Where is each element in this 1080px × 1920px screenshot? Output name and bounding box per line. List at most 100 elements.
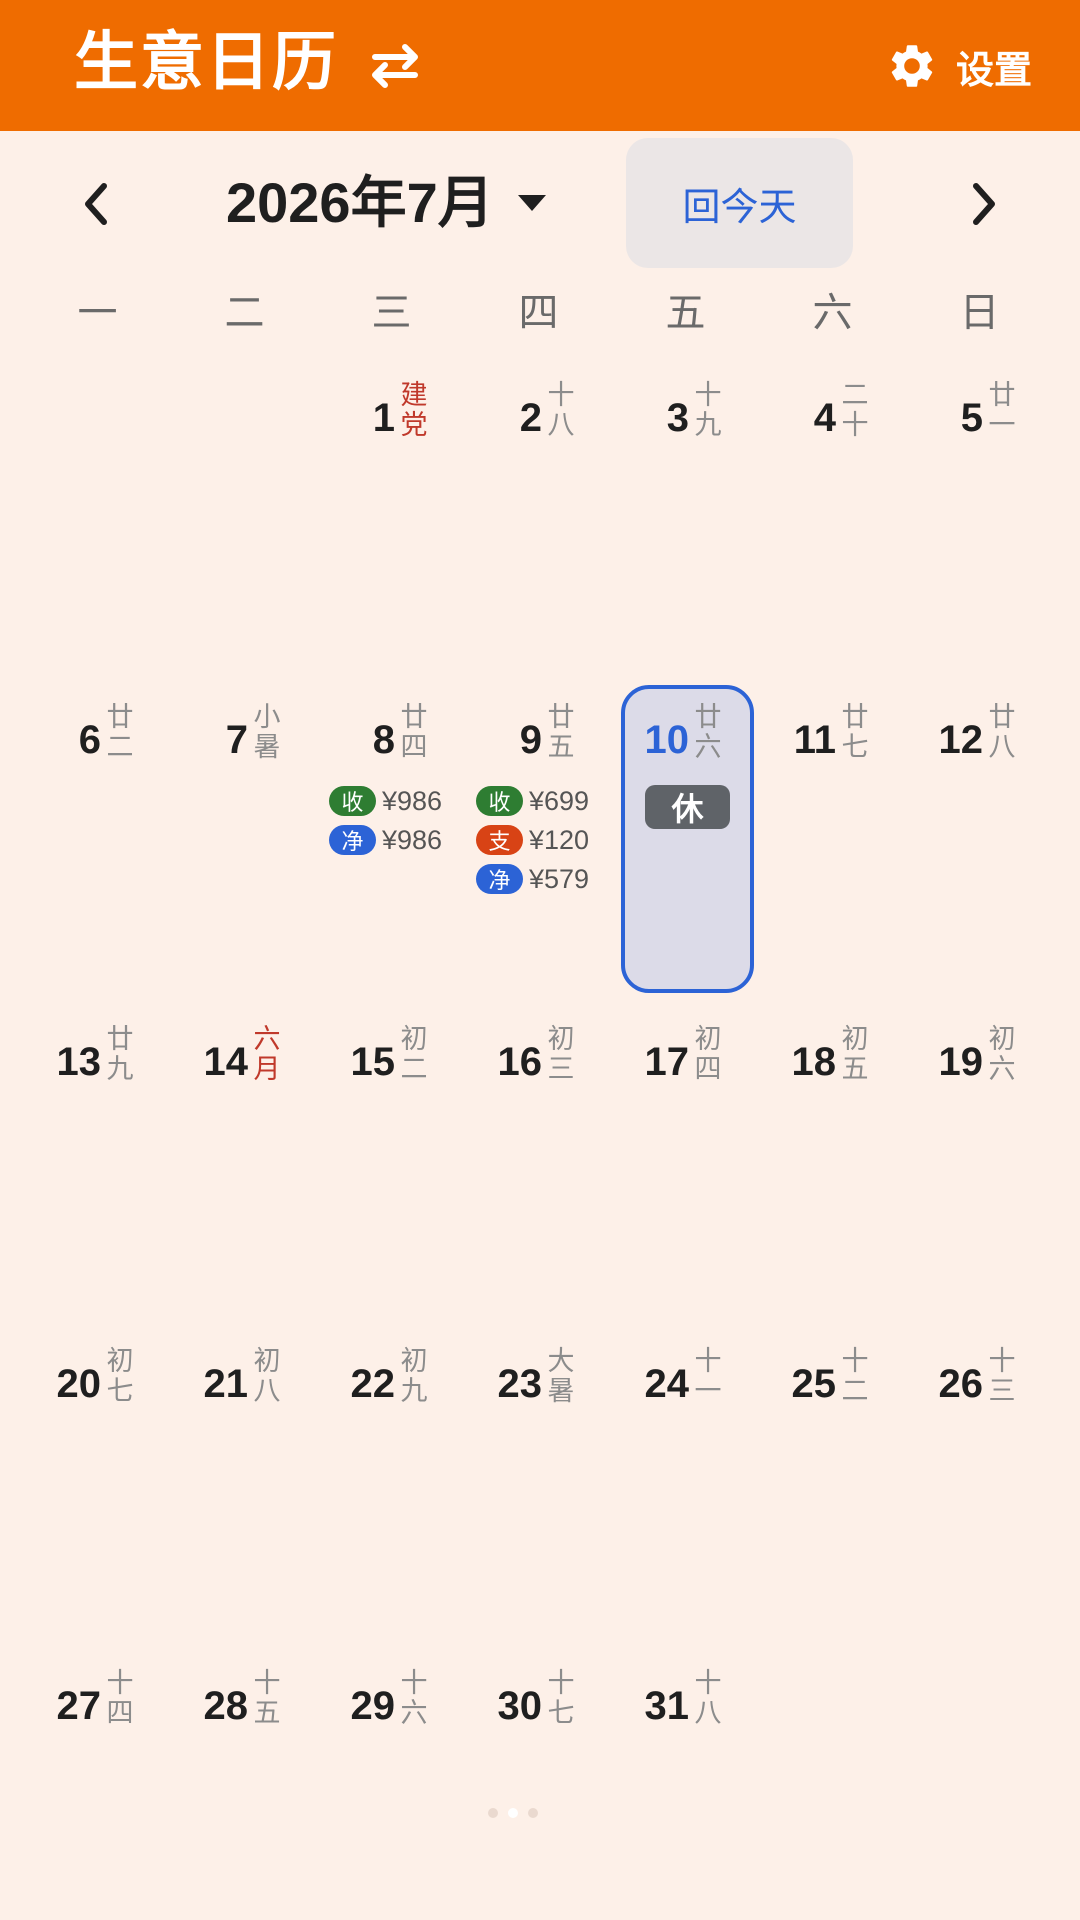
calendar-day-cell[interactable]: 1建党 [318,380,465,440]
lunar-date: 六月 [253,1024,281,1084]
calendar-day-cell[interactable]: 17 初四 [612,1024,759,1084]
weekday-header: 三 [371,291,412,335]
lunar-char: 暑 [547,1376,575,1406]
weekday-header: 六 [812,291,853,335]
transaction-amount: ¥986 [382,824,443,855]
calendar-day-cell[interactable]: 9廿五 [465,702,612,762]
calendar-day-cell[interactable]: 26 十三 [906,1346,1053,1406]
calendar-day-cell[interactable]: 27 十四 [24,1668,171,1728]
transaction-entry[interactable]: 收 ¥986 [329,784,442,818]
day-number: 3 [666,396,689,440]
lunar-char: 六 [400,1698,428,1728]
lunar-char: 初 [694,1024,722,1054]
lunar-char: 二 [841,1376,869,1406]
transaction-entry[interactable]: 净 ¥986 [329,823,442,857]
month-selector[interactable]: 2026年7月 [226,170,548,236]
calendar-day-cell[interactable]: 31 十八 [612,1668,759,1728]
calendar-day-cell[interactable]: 20 初七 [24,1346,171,1406]
lunar-char: 建 [400,380,428,410]
day-number: 8 [372,718,395,762]
lunar-date: 十四 [106,1668,134,1728]
weekday-header: 二 [224,291,265,335]
lunar-date: 小暑 [253,702,281,762]
calendar-day-cell[interactable]: 13 廿九 [24,1024,171,1084]
day-number: 17 [644,1040,690,1084]
lunar-char: 六 [253,1024,281,1054]
lunar-date: 廿九 [106,1024,134,1084]
calendar-day-cell[interactable]: 6廿二 [24,702,171,762]
day-number: 24 [644,1362,690,1406]
transaction-entry[interactable]: 支 ¥120 [476,823,589,857]
calendar-day-cell[interactable]: 28 十五 [171,1668,318,1728]
calendar-day-cell[interactable]: 8廿四 [318,702,465,762]
calendar-day-cell[interactable]: 29 十六 [318,1668,465,1728]
lunar-char: 党 [400,410,428,440]
lunar-char: 十 [106,1668,134,1698]
calendar-day-cell[interactable]: 12 廿八 [906,702,1053,762]
lunar-char: 七 [106,1376,134,1406]
lunar-char: 十 [988,1346,1016,1376]
lunar-char: 三 [988,1376,1016,1406]
gear-icon [891,45,933,87]
calendar-day-cell[interactable]: 11 廿七 [759,702,906,762]
lunar-char: 初 [400,1346,428,1376]
calendar-day-cell[interactable]: 7小暑 [171,702,318,762]
calendar-day-cell[interactable]: 24 十一 [612,1346,759,1406]
calendar-day-cell[interactable]: 15 初二 [318,1024,465,1084]
calendar-day-cell[interactable]: 10 廿六 [612,702,759,762]
day-number: 30 [497,1684,543,1728]
lunar-date: 十八 [547,380,575,440]
calendar-day-cell[interactable]: 21 初八 [171,1346,318,1406]
lunar-char: 十 [841,410,869,440]
lunar-char: 小 [253,702,281,732]
settings-button[interactable]: 设置 [886,36,1032,96]
settings-label: 设置 [955,49,1032,92]
lunar-char: 三 [547,1054,575,1084]
lunar-date: 初五 [841,1024,869,1084]
lunar-char: 一 [694,1376,722,1406]
lunar-date: 初三 [547,1024,575,1084]
transaction-tag: 收 [329,786,376,816]
calendar-day-cell[interactable]: 4二十 [759,380,906,440]
chevron-left-icon[interactable] [72,176,120,232]
day-number: 9 [519,718,542,762]
calendar-day-cell[interactable]: 14 六月 [171,1024,318,1084]
lunar-char: 七 [547,1698,575,1728]
lunar-char: 八 [988,732,1016,762]
lunar-char: 廿 [106,1024,134,1054]
lunar-char: 九 [400,1376,428,1406]
calendar-day-cell[interactable]: 18 初五 [759,1024,906,1084]
lunar-char: 四 [400,732,428,762]
lunar-char: 初 [106,1346,134,1376]
lunar-date: 初七 [106,1346,134,1406]
calendar-day-cell[interactable]: 5廿一 [906,380,1053,440]
calendar-day-cell[interactable]: 22 初九 [318,1346,465,1406]
transaction-amount: ¥986 [382,785,443,816]
transaction-entry[interactable]: 收 ¥699 [476,784,589,818]
calendar-day-cell[interactable]: 3十九 [612,380,759,440]
lunar-date: 廿一 [988,380,1016,440]
chevron-right-icon[interactable] [960,176,1008,232]
day-number: 27 [56,1684,102,1728]
lunar-char: 十 [253,1668,281,1698]
calendar-day-cell[interactable]: 16 初三 [465,1024,612,1084]
calendar-day-cell[interactable]: 25 十二 [759,1346,906,1406]
swap-arrows-icon[interactable] [365,38,425,94]
lunar-date: 廿八 [988,702,1016,762]
weekday-header: 四 [518,291,559,335]
day-number: 23 [497,1362,543,1406]
lunar-char: 廿 [841,702,869,732]
lunar-char: 初 [400,1024,428,1054]
transaction-tag: 收 [476,786,523,816]
today-button[interactable]: 回今天 [626,138,853,268]
lunar-char: 十 [841,1346,869,1376]
calendar-day-cell[interactable]: 23 大暑 [465,1346,612,1406]
lunar-char: 二 [400,1054,428,1084]
page-dot [528,1808,538,1818]
lunar-char: 四 [106,1698,134,1728]
lunar-date: 十六 [400,1668,428,1728]
calendar-day-cell[interactable]: 30 十七 [465,1668,612,1728]
transaction-entry[interactable]: 净 ¥579 [476,862,589,896]
calendar-day-cell[interactable]: 19 初六 [906,1024,1053,1084]
calendar-day-cell[interactable]: 2十八 [465,380,612,440]
